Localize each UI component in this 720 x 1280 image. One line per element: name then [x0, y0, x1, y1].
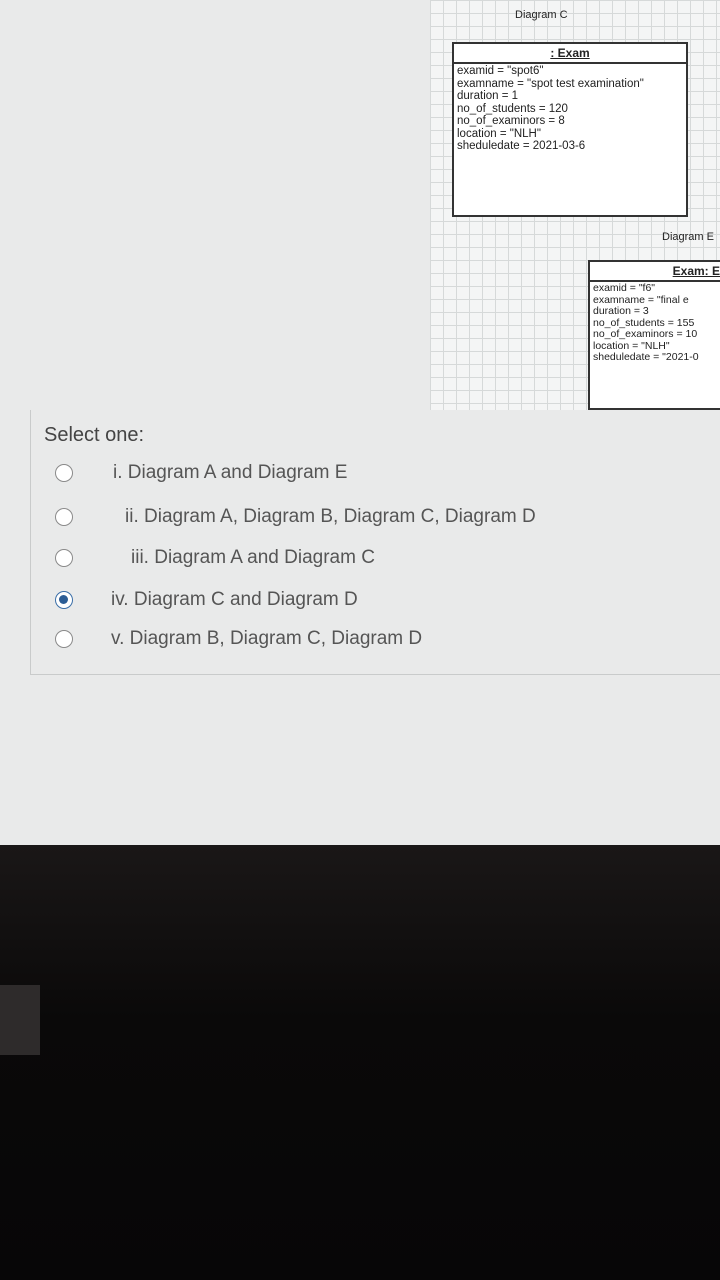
answer-option-i[interactable]: i. Diagram A and Diagram E: [55, 462, 347, 484]
diagram-c-label: Diagram C: [515, 9, 568, 21]
answer-option-label: ii. Diagram A, Diagram B, Diagram C, Dia…: [125, 506, 536, 527]
radio-button-selected[interactable]: [55, 591, 73, 609]
attr-location: location = "NLH": [457, 127, 541, 140]
bezel-reflection: [0, 985, 40, 1055]
answer-option-label: iv. Diagram C and Diagram D: [111, 589, 358, 610]
diagram-c-object-title: : Exam: [454, 44, 686, 64]
attr-examid: examid = "f6": [593, 282, 656, 294]
attr-duration: duration = 1: [457, 90, 519, 102]
answer-option-v[interactable]: v. Diagram B, Diagram C, Diagram D: [55, 628, 422, 650]
diagram-c-attributes: examid = "spot6" examname = "spot test e…: [454, 64, 686, 154]
radio-button[interactable]: [55, 630, 73, 648]
answer-option-label: v. Diagram B, Diagram C, Diagram D: [111, 628, 423, 649]
attr-no-of-students: no_of_students = 120: [457, 102, 568, 115]
radio-button[interactable]: [55, 464, 73, 482]
diagram-e-object-title: Exam: E: [590, 262, 720, 282]
attr-no-of-examinors: no_of_examinors = 10: [593, 328, 698, 340]
diagram-e-attributes: examid = "f6" examname = "final e durati…: [590, 282, 720, 365]
monitor-bezel: [0, 845, 720, 1280]
screen: Diagram C : Exam examid = "spot6" examna…: [0, 0, 720, 845]
attr-sheduledate: sheduledate = "2021-0: [593, 351, 699, 363]
diagram-e-object-box: Exam: E examid = "f6" examname = "final …: [588, 260, 720, 410]
answer-option-iv[interactable]: iv. Diagram C and Diagram D: [55, 589, 358, 611]
answer-option-ii[interactable]: ii. Diagram A, Diagram B, Diagram C, Dia…: [55, 506, 536, 528]
attr-sheduledate: sheduledate = 2021-03-6: [457, 140, 586, 152]
answer-option-label: i. Diagram A and Diagram E: [113, 462, 348, 483]
attr-examid: examid = "spot6": [457, 65, 544, 77]
answer-option-label: iii. Diagram A and Diagram C: [131, 547, 375, 568]
answer-option-iii[interactable]: iii. Diagram A and Diagram C: [55, 547, 375, 569]
select-one-prompt: Select one:: [44, 424, 145, 446]
radio-button[interactable]: [55, 508, 73, 526]
attr-examname: examname = "spot test examination": [457, 77, 644, 90]
diagram-c-object-box: : Exam examid = "spot6" examname = "spot…: [452, 42, 688, 217]
diagram-e-label: Diagram E: [662, 231, 714, 243]
attr-no-of-examinors: no_of_examinors = 8: [457, 115, 565, 127]
attr-duration: duration = 3: [593, 305, 649, 317]
radio-button[interactable]: [55, 549, 73, 567]
